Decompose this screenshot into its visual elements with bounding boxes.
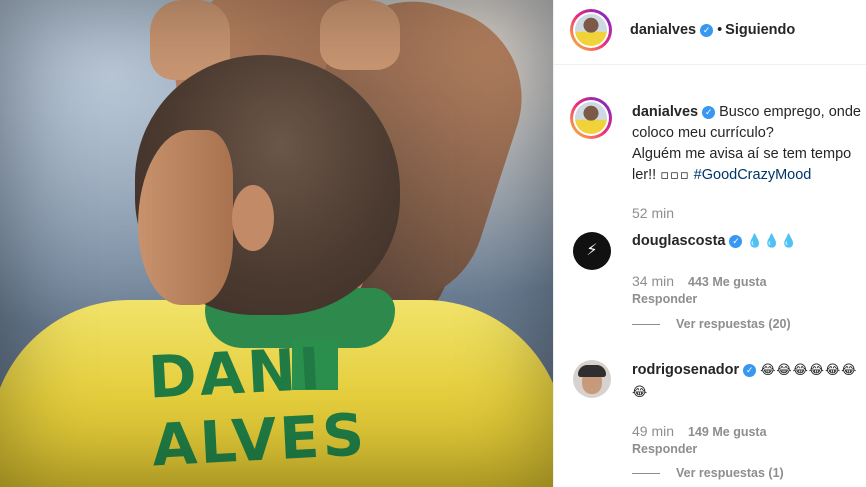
post-header: danialves ✓ • Siguiendo <box>554 0 866 65</box>
verified-badge-icon: ✓ <box>729 234 743 248</box>
avatar-image <box>575 14 607 46</box>
header-separator: • <box>717 22 723 38</box>
comment-text-continued: 😂 <box>632 385 649 400</box>
verified-badge-icon: ✓ <box>700 23 714 37</box>
comment-avatar[interactable] <box>573 360 611 398</box>
replies-divider <box>632 472 660 474</box>
caption-avatar[interactable] <box>570 97 612 139</box>
comment-likes-button[interactable]: 443 Me gusta <box>688 275 767 289</box>
reply-button[interactable]: Responder <box>632 292 697 306</box>
verified-badge-icon: ✓ <box>702 105 716 119</box>
post-side-panel: danialves ✓ • Siguiendo danialves ✓ Busco em… <box>553 0 866 487</box>
photo-vignette <box>0 0 553 487</box>
view-replies-label: Ver respuestas (1) <box>676 466 784 480</box>
profile-avatar[interactable] <box>570 9 612 51</box>
comment-text: 💧💧💧 <box>746 234 799 249</box>
reply-button[interactable]: Responder <box>632 442 697 456</box>
verified-badge-icon: ✓ <box>743 363 757 377</box>
comment-line: douglascosta ✓ 💧💧💧 <box>632 233 798 249</box>
caption-text-line3: Alguém me avisa aí se tem tempo <box>632 146 852 162</box>
caption-text-line4: ler!! <box>632 167 661 183</box>
follow-status-button[interactable]: Siguiendo <box>725 22 795 38</box>
view-replies-label: Ver respuestas (20) <box>676 317 791 331</box>
caption-emojis: ▫▫▫ <box>660 168 690 183</box>
caption-username[interactable]: danialves <box>632 104 698 120</box>
view-replies-button[interactable]: Ver respuestas (1) <box>632 466 784 480</box>
comment-line: rodrigosenador ✓ 😂😂😂😂😂😂 <box>632 362 857 378</box>
lightning-bolt-icon: ⚡ <box>586 242 598 259</box>
caption-hashtag-link[interactable]: #GoodCrazyMood <box>694 167 812 183</box>
comment-meta: 49 min 149 Me gusta <box>632 423 767 439</box>
comment-likes-button[interactable]: 149 Me gusta <box>688 425 767 439</box>
avatar-image <box>575 102 607 134</box>
comment-username[interactable]: rodrigosenador <box>632 362 739 378</box>
comment-avatar[interactable]: ⚡ <box>573 232 611 270</box>
comment-meta: 34 min 443 Me gusta <box>632 273 767 289</box>
caption-text-line2: coloco meu currículo? <box>632 125 774 141</box>
avatar-cap <box>578 365 606 377</box>
header-line: danialves ✓ • Siguiendo <box>630 22 795 38</box>
replies-divider <box>632 323 660 325</box>
caption-timestamp: 52 min <box>632 205 675 221</box>
caption-text-line1: Busco emprego, onde <box>719 104 861 120</box>
comment-time: 34 min <box>632 273 675 289</box>
comment-time: 49 min <box>632 423 675 439</box>
comment-text: 😂😂😂😂😂😂 <box>760 363 858 378</box>
header-username[interactable]: danialves <box>630 22 696 38</box>
post-caption: danialves ✓ Busco emprego, onde coloco me… <box>632 102 866 186</box>
post-photo[interactable]: DANI ALVES <box>0 0 553 487</box>
comment-username[interactable]: douglascosta <box>632 233 725 249</box>
view-replies-button[interactable]: Ver respuestas (20) <box>632 317 791 331</box>
